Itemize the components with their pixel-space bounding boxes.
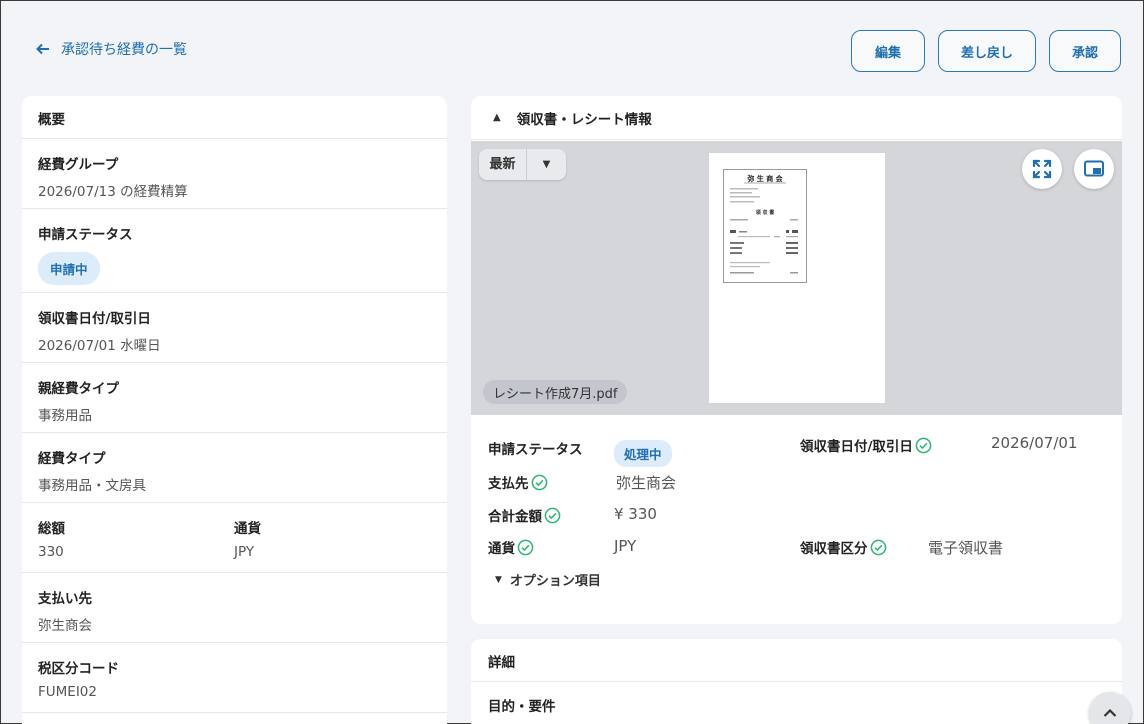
caret-down-icon[interactable]: ▼ xyxy=(527,159,566,170)
parent-type-value: 事務用品 xyxy=(38,408,92,424)
parent-type-label: 親経費タイプ xyxy=(38,381,119,397)
edit-button[interactable]: 編集 xyxy=(851,30,925,72)
approve-button[interactable]: 承認 xyxy=(1049,30,1121,72)
back-link-label: 承認待ち経費の一覧 xyxy=(61,42,187,58)
payee-field-label: 支払先 xyxy=(488,476,529,492)
currency-value: JPY xyxy=(234,544,255,560)
tax-value: FUMEI02 xyxy=(38,684,97,700)
scroll-to-top-button[interactable] xyxy=(1089,692,1131,724)
receipt-content-graphic xyxy=(730,182,798,274)
receipt-section-title: 領収書・レシート情報 xyxy=(516,111,652,128)
tax-row: 税区分コード FUMEI02 xyxy=(22,643,447,713)
payee-value: 弥生商会 xyxy=(38,618,92,634)
receipt-image: 弥 生 商 会 領 収 書 xyxy=(723,169,807,283)
expense-type-row: 経費タイプ 事務用品・文房具 xyxy=(22,433,447,503)
summary-header: 概要 xyxy=(22,96,447,139)
receipt-document-page: 弥 生 商 会 領 収 書 xyxy=(709,153,885,403)
amount-field: 合計金額 xyxy=(488,505,561,525)
options-toggle[interactable]: ▼ オプション項目 xyxy=(495,570,601,589)
processing-badge: 処理中 xyxy=(614,440,672,467)
receipt-type-field: 領収書区分 xyxy=(800,537,887,557)
currency-field-value: JPY xyxy=(614,537,637,555)
picture-in-picture-button[interactable] xyxy=(1074,149,1114,189)
receipt-date-field-value: 2026/07/01 xyxy=(991,434,1078,452)
payee-label: 支払い先 xyxy=(38,591,92,607)
receipt-date-row: 領収書日付/取引日 2026/07/01 水曜日 xyxy=(22,293,447,363)
receipt-type-field-value: 電子領収書 xyxy=(928,539,1004,557)
collapse-triangle-icon: ▲ xyxy=(493,112,501,123)
parent-type-row: 親経費タイプ 事務用品 xyxy=(22,363,447,433)
expense-group-row: 経費グループ 2026/07/13 の経費精算 xyxy=(22,139,447,209)
chevron-up-icon xyxy=(1103,708,1117,717)
receipt-card: ▲ 領収書・レシート情報 最新 ▼ 弥 生 商 会 領 収 書 レシート作成7月… xyxy=(471,96,1122,624)
options-toggle-label: オプション項目 xyxy=(509,574,601,589)
total-value: 330 xyxy=(38,544,64,560)
receipt-date-label: 領収書日付/取引日 xyxy=(38,311,151,327)
version-select-label: 最新 xyxy=(479,149,527,180)
check-circle-icon xyxy=(517,539,534,555)
payee-field-value: 弥生商会 xyxy=(616,474,677,492)
check-circle-icon xyxy=(915,437,932,453)
fullscreen-button[interactable] xyxy=(1022,149,1062,189)
summary-title: 概要 xyxy=(38,112,65,128)
receipt-type-field-label: 領収書区分 xyxy=(800,541,868,557)
file-name-chip: レシート作成7月.pdf xyxy=(483,380,628,404)
receipt-status-label: 申請ステータス xyxy=(488,442,583,458)
check-circle-icon xyxy=(544,507,561,523)
receipt-date-value: 2026/07/01 水曜日 xyxy=(38,338,161,354)
version-select[interactable]: 最新 ▼ xyxy=(479,149,566,180)
amount-field-value: ¥ 330 xyxy=(614,505,657,523)
check-circle-icon xyxy=(531,474,547,490)
back-to-list-link[interactable]: 承認待ち経費の一覧 xyxy=(35,39,187,59)
pip-icon xyxy=(1084,160,1104,177)
summary-card: 概要 経費グループ 2026/07/13 の経費精算 申請ステータス 申請中 領… xyxy=(22,96,447,724)
amount-field-label: 合計金額 xyxy=(488,509,542,525)
top-bar: 承認待ち経費の一覧 編集 差し戻し 承認 xyxy=(1,1,1143,95)
status-label: 申請ステータス xyxy=(38,227,133,243)
expense-group-value: 2026/07/13 の経費精算 xyxy=(38,184,188,200)
purpose-label: 目的・要件 xyxy=(488,699,556,715)
details-card: 詳細 目的・要件 xyxy=(471,639,1122,724)
receipt-date-field: 領収書日付/取引日 xyxy=(800,435,932,455)
arrow-left-icon xyxy=(36,43,49,55)
receipt-preview-area: 最新 ▼ 弥 生 商 会 領 収 書 レシート作成7月.pdf xyxy=(471,141,1122,415)
return-button[interactable]: 差し戻し xyxy=(938,30,1036,72)
total-label: 総額 xyxy=(38,521,65,537)
payee-row: 支払い先 弥生商会 xyxy=(22,573,447,643)
expense-type-value: 事務用品・文房具 xyxy=(38,478,146,494)
currency-field-label: 通貨 xyxy=(488,541,515,557)
status-row: 申請ステータス 申請中 xyxy=(22,209,447,293)
receipt-info-grid: 申請ステータス 処理中 領収書日付/取引日 2026/07/01 支払先 弥生商… xyxy=(471,416,1122,616)
receipt-date-field-label: 領収書日付/取引日 xyxy=(800,439,913,455)
caret-down-icon: ▼ xyxy=(495,574,502,585)
status-badge: 申請中 xyxy=(38,252,100,285)
expand-icon xyxy=(1032,159,1052,179)
amount-row: 総額 330 通貨 JPY xyxy=(22,503,447,573)
currency-field: 通貨 xyxy=(488,537,534,557)
check-circle-icon xyxy=(870,539,886,555)
receipt-section-header[interactable]: ▲ 領収書・レシート情報 xyxy=(471,96,1122,140)
tax-label: 税区分コード xyxy=(38,661,119,677)
currency-label: 通貨 xyxy=(234,521,261,537)
expense-group-label: 経費グループ xyxy=(38,157,119,173)
expense-type-label: 経費タイプ xyxy=(38,451,106,467)
details-title: 詳細 xyxy=(471,639,1122,682)
payee-field: 支払先 xyxy=(488,472,548,492)
